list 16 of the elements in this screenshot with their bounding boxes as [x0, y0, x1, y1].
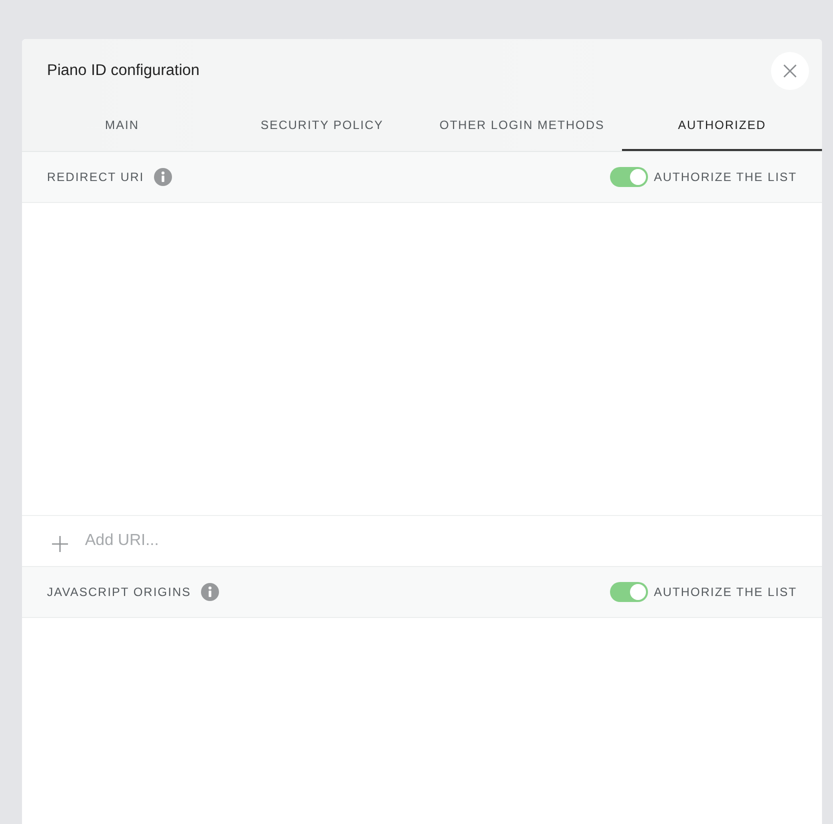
section-title: JAVASCRIPT ORIGINS [47, 585, 192, 599]
info-icon[interactable] [154, 168, 172, 186]
tab[interactable]: SECURITY POLICY [222, 102, 422, 151]
close-button[interactable] [771, 52, 809, 90]
plus-icon[interactable] [52, 536, 68, 552]
close-icon [783, 64, 797, 78]
toggle-switch[interactable] [610, 167, 648, 187]
tab[interactable]: OTHER LOGIN METHODS [422, 102, 622, 151]
dialog-title: Piano ID configuration [47, 62, 201, 80]
info-icon[interactable] [201, 583, 220, 601]
toggle-label: AUTHORIZE THE LIST [654, 170, 797, 184]
tab[interactable]: MAIN [22, 102, 222, 151]
toggle-switch[interactable] [610, 582, 648, 602]
add-uri-field[interactable]: Add URI... [85, 528, 797, 554]
section-title: REDIRECT URI [47, 170, 144, 184]
toggle-label: AUTHORIZE THE LIST [654, 585, 797, 599]
